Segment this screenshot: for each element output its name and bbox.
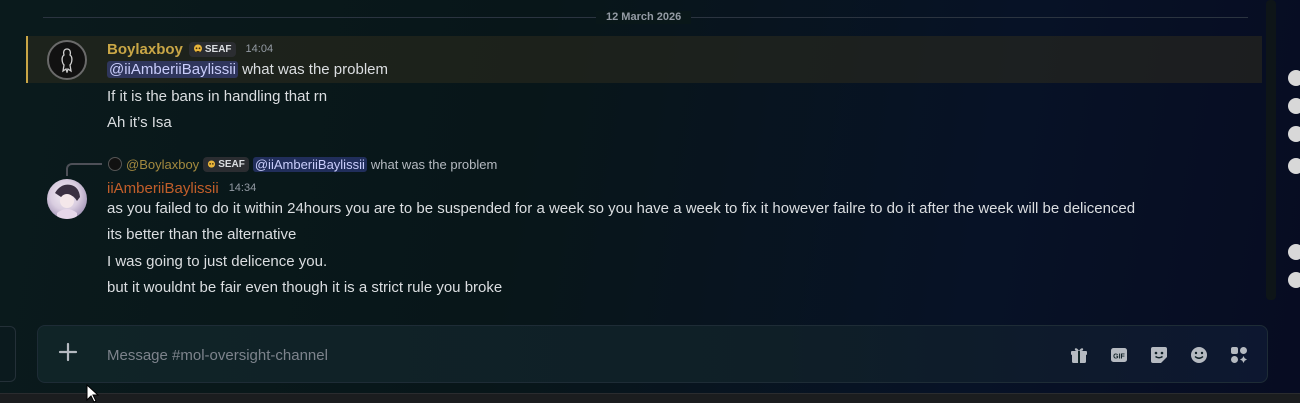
message-list[interactable]: 12 March 2026 Boylaxboy SEAF 14:04 @iiAm… <box>0 0 1266 318</box>
message-header-1: Boylaxboy SEAF 14:04 <box>107 39 273 59</box>
avatar-art-icon <box>55 184 80 219</box>
message-composer[interactable]: GIF <box>37 325 1268 383</box>
chat-scrollbar[interactable] <box>1266 0 1276 300</box>
message-time: 14:04 <box>245 43 274 55</box>
message-line: as you failed to do it within 24hours yo… <box>107 200 1136 217</box>
message-text: what was the problem <box>242 61 388 78</box>
avatar-iiamberiibaylissii[interactable] <box>47 179 87 219</box>
server-sidebar-edge <box>1288 0 1300 403</box>
taskbar <box>0 393 1300 403</box>
emoji-icon[interactable] <box>1189 345 1209 365</box>
avatar-figure-icon <box>61 48 73 73</box>
avatar-boylaxboy[interactable] <box>47 40 87 80</box>
author-name[interactable]: iiAmberiiBaylissii <box>107 180 219 197</box>
message-line: @iiAmberiiBaylissii what was the problem <box>107 61 388 78</box>
message-input[interactable] <box>107 344 1007 366</box>
gif-icon[interactable]: GIF <box>1109 345 1129 365</box>
attach-plus-icon[interactable] <box>58 342 78 362</box>
author-name[interactable]: Boylaxboy <box>107 41 183 58</box>
date-divider: 12 March 2026 <box>596 11 692 24</box>
message-time: 14:34 <box>228 182 257 194</box>
reply-preview[interactable]: @Boylaxboy SEAF @iiAmberiiBaylissii what… <box>108 156 497 172</box>
apps-icon[interactable] <box>1229 345 1249 365</box>
skull-icon <box>208 159 216 168</box>
server-tag-label: SEAF <box>204 43 232 55</box>
message-line: Ah it’s Isa <box>107 114 172 131</box>
reply-spine <box>66 163 102 176</box>
server-icon[interactable] <box>1288 272 1300 288</box>
side-panel-edge <box>0 326 16 382</box>
skull-icon <box>193 44 202 53</box>
mouse-cursor-icon <box>86 384 100 403</box>
message-line: its better than the alternative <box>107 226 297 243</box>
reply-author: @Boylaxboy <box>126 156 200 172</box>
message-header-2: iiAmberiiBaylissii 14:34 <box>107 178 256 198</box>
message-line: but it wouldnt be fair even though it is… <box>107 279 503 296</box>
server-icon[interactable] <box>1288 244 1300 260</box>
server-icon[interactable] <box>1288 158 1300 174</box>
reply-tag-label: SEAF <box>218 158 245 170</box>
reply-avatar <box>108 157 122 171</box>
reply-server-tag: SEAF <box>203 156 249 172</box>
message-line: If it is the bans in handling that rn <box>107 88 328 105</box>
server-icon[interactable] <box>1288 70 1300 86</box>
reply-mention: @iiAmberiiBaylissii <box>252 156 367 172</box>
svg-text:GIF: GIF <box>1113 354 1125 361</box>
server-icon[interactable] <box>1288 98 1300 114</box>
user-mention[interactable]: @iiAmberiiBaylissii <box>107 61 238 78</box>
sticker-icon[interactable] <box>1149 345 1169 365</box>
reply-text: what was the problem <box>370 156 498 172</box>
message-line: I was going to just delicence you. <box>107 253 328 270</box>
server-tag[interactable]: SEAF <box>188 41 236 57</box>
server-icon[interactable] <box>1288 126 1300 142</box>
gift-icon[interactable] <box>1069 345 1089 365</box>
